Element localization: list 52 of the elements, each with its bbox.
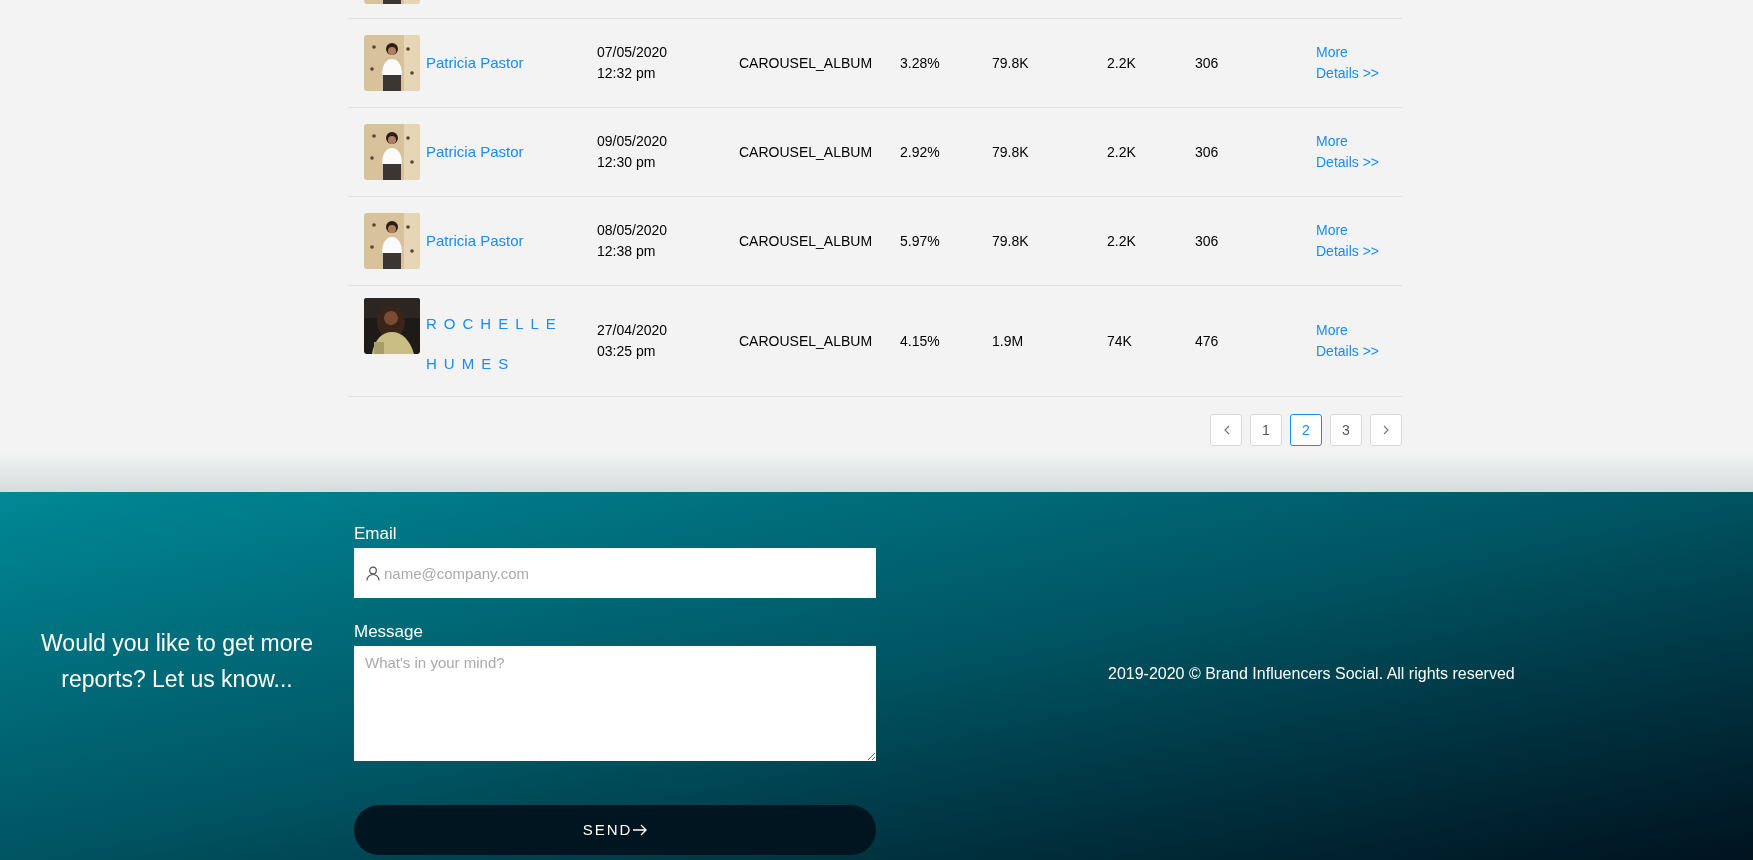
post-date: 09/05/2020: [597, 132, 669, 151]
message-label: Message: [354, 622, 424, 642]
engagement-rate: 2.92%: [900, 143, 940, 160]
post-type: CAROUSEL_ALBUM: [739, 143, 873, 160]
engagement-rate: 5.97%: [900, 232, 940, 249]
arrow-right-icon: [633, 824, 648, 836]
likes-count: 2.2K: [1107, 143, 1136, 160]
likes-count: 2.2K: [1107, 232, 1136, 249]
chevron-left-icon: [1222, 425, 1230, 435]
followers-count: 79.8K: [992, 54, 1029, 71]
post-time: 12:38 pm: [597, 242, 657, 261]
comments-count: 306: [1195, 143, 1219, 160]
engagement-rate: 4.15%: [900, 332, 940, 349]
influencer-name-link[interactable]: Patricia Pastor: [426, 140, 524, 164]
engagement-rate: 3.28%: [900, 54, 940, 71]
chevron-right-icon: [1382, 425, 1390, 435]
post-date: 08/05/2020: [597, 221, 669, 240]
influencer-name-link[interactable]: ROCHELLEHUMES: [426, 304, 576, 384]
prompt-text: Would you like to get more reports? Let us know...: [40, 629, 314, 694]
comments-count: 306: [1195, 54, 1219, 71]
user-icon: [366, 566, 380, 581]
post-time: 03:25 pm: [597, 342, 657, 361]
more-details-link[interactable]: More Details >>: [1316, 320, 1380, 362]
likes-count: 74K: [1107, 332, 1132, 349]
more-details-link[interactable]: More Details >>: [1316, 42, 1380, 84]
followers-count: 79.8K: [992, 232, 1029, 249]
more-details-link[interactable]: More Details >>: [1316, 220, 1380, 262]
email-label: Email: [354, 524, 398, 544]
influencer-name-link[interactable]: Patricia Pastor: [426, 229, 524, 253]
copyright-text: 2019-2020 © Brand Influencers Social. All rights reserved: [1108, 664, 1515, 684]
post-date: 07/05/2020: [597, 43, 669, 62]
email-field[interactable]: name@company.com: [354, 548, 876, 598]
post-time: 12:32 pm: [597, 64, 657, 83]
send-button[interactable]: SEND: [354, 805, 876, 855]
post-type: CAROUSEL_ALBUM: [739, 232, 873, 249]
comments-count: 476: [1195, 332, 1219, 349]
next-page-button[interactable]: [1370, 414, 1402, 446]
previous-page-button[interactable]: [1210, 414, 1242, 446]
comments-count: 306: [1195, 232, 1219, 249]
followers-count: 1.9M: [992, 332, 1024, 349]
post-date: 27/04/2020: [597, 321, 669, 340]
page-button[interactable]: 2: [1290, 414, 1322, 446]
influencer-name-link[interactable]: Patricia Pastor: [426, 51, 524, 75]
message-field[interactable]: What's in your mind?: [354, 646, 876, 761]
page-button[interactable]: 1: [1250, 414, 1282, 446]
page-button[interactable]: 3: [1330, 414, 1362, 446]
more-details-link[interactable]: More Details >>: [1316, 131, 1380, 173]
post-type: CAROUSEL_ALBUM: [739, 332, 873, 349]
post-type: CAROUSEL_ALBUM: [739, 54, 873, 71]
post-time: 12:30 pm: [597, 153, 657, 172]
likes-count: 2.2K: [1107, 54, 1136, 71]
followers-count: 79.8K: [992, 143, 1029, 160]
